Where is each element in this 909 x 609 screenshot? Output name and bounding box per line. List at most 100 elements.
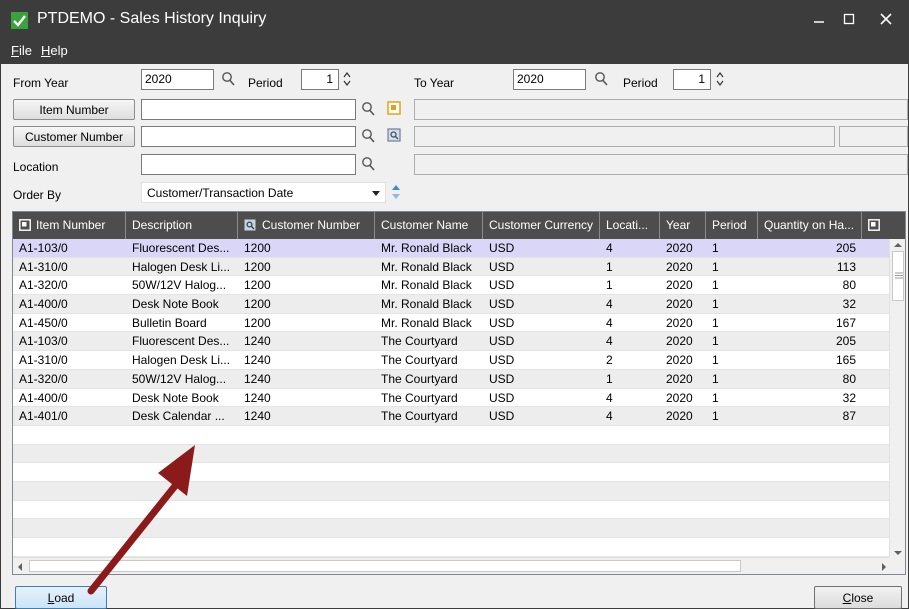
cell-customer-number: 1200 xyxy=(244,297,271,312)
order-by-label: Order By xyxy=(13,188,62,202)
customer-drilldown-icon[interactable] xyxy=(387,128,401,142)
column-label: Quantity on Ha... xyxy=(764,218,855,232)
cell-item-number: A1-400/0 xyxy=(19,297,68,312)
cell-customer-number: 1200 xyxy=(244,278,271,293)
location-input[interactable] xyxy=(141,154,356,175)
cell-year: 2020 xyxy=(666,390,693,405)
cell-item-number: A1-401/0 xyxy=(19,409,68,424)
cell-quantity-on-hand: 113 xyxy=(836,259,856,274)
cell-customer-name: Mr. Ronald Black xyxy=(381,278,472,293)
chevron-down-icon xyxy=(372,191,380,196)
to-period-input[interactable]: 1 xyxy=(673,69,711,90)
customer-number-input[interactable] xyxy=(141,126,356,147)
column-header-item-number[interactable]: Item Number xyxy=(13,212,126,239)
table-row[interactable]: A1-320/0 50W/12V Halog... 1200 Mr. Ronald B… xyxy=(13,276,891,296)
cell-customer-name: Mr. Ronald Black xyxy=(381,241,472,255)
column-header-location[interactable]: Locati... xyxy=(600,212,660,239)
column-header-quantity-on-hand[interactable]: Quantity on Ha... xyxy=(758,212,862,239)
cell-customer-number: 1240 xyxy=(244,371,271,386)
table-row[interactable]: A1-400/0 Desk Note Book 1200 Mr. Ronald Bla… xyxy=(13,295,891,314)
from-year-input[interactable]: 2020 xyxy=(141,69,214,90)
item-number-input[interactable] xyxy=(141,99,356,120)
grip-icon xyxy=(895,272,903,279)
cell-customer-currency: USD xyxy=(489,353,515,368)
cell-location: 4 xyxy=(606,315,613,330)
scroll-up-icon[interactable] xyxy=(894,242,902,248)
menu-help[interactable]: Help xyxy=(41,43,68,58)
cell-item-number: A1-400/0 xyxy=(19,390,68,405)
item-number-search-icon[interactable] xyxy=(361,101,375,117)
column-label: Period xyxy=(712,218,747,232)
annotation-arrow xyxy=(87,445,195,595)
vertical-scroll-thumb[interactable] xyxy=(892,251,904,301)
cell-quantity-on-hand: 80 xyxy=(842,371,856,386)
column-label: Year xyxy=(666,218,691,232)
cell-customer-currency: USD xyxy=(489,297,515,312)
cell-description: Fluorescent Des... xyxy=(132,241,230,255)
customer-number-search-icon[interactable] xyxy=(361,128,375,144)
table-row[interactable]: A1-320/0 50W/12V Halog... 1240 The Courtyar… xyxy=(13,369,891,389)
title-bar: PTDEMO - Sales History Inquiry xyxy=(1,1,908,39)
menu-help-accel: H xyxy=(41,43,51,58)
table-row[interactable]: A1-310/0 Halogen Desk Li... 1200 Mr. Ronald… xyxy=(13,257,891,277)
cell-quantity-on-hand: 205 xyxy=(835,334,856,349)
column-header-year[interactable]: Year xyxy=(660,212,706,239)
from-period-spinner-icon[interactable] xyxy=(342,70,352,88)
cell-period: 1 xyxy=(712,297,719,312)
customer-name-readonly xyxy=(414,126,835,147)
to-year-input[interactable]: 2020 xyxy=(513,69,586,90)
to-year-search-icon[interactable] xyxy=(594,71,608,87)
order-by-select[interactable]: Customer/Transaction Date xyxy=(141,182,386,203)
column-header-more[interactable] xyxy=(862,212,891,239)
cell-customer-currency: USD xyxy=(489,278,515,293)
from-year-search-icon[interactable] xyxy=(221,71,235,87)
from-period-input[interactable]: 1 xyxy=(301,69,339,90)
table-row[interactable]: A1-400/0 Desk Note Book 1240 The Courtyard U… xyxy=(13,389,891,408)
column-label: Description xyxy=(132,218,193,232)
to-period-spinner-icon[interactable] xyxy=(715,70,725,88)
cell-location: 2 xyxy=(606,353,613,368)
menu-file[interactable]: File xyxy=(11,43,32,58)
close-button[interactable]: Close xyxy=(814,586,902,609)
cell-customer-number: 1200 xyxy=(244,241,271,255)
item-drilldown-icon[interactable] xyxy=(387,101,401,115)
cell-location: 4 xyxy=(606,390,613,405)
cell-quantity-on-hand: 87 xyxy=(842,409,856,424)
cell-period: 1 xyxy=(712,241,719,255)
vertical-scrollbar[interactable] xyxy=(889,239,905,559)
table-row[interactable]: A1-103/0 Fluorescent Des... 1200 Mr. Ronald… xyxy=(13,239,891,258)
cell-year: 2020 xyxy=(666,259,693,274)
cell-item-number: A1-310/0 xyxy=(19,353,68,368)
location-search-icon[interactable] xyxy=(361,156,375,172)
cell-customer-name: The Courtyard xyxy=(381,353,458,368)
cell-customer-name: The Courtyard xyxy=(381,390,458,405)
column-header-description[interactable]: Description xyxy=(126,212,238,239)
table-row[interactable]: A1-450/0 Bulletin Board 1200 Mr. Ronald Bla… xyxy=(13,314,891,333)
cell-year: 2020 xyxy=(666,334,693,349)
customer-number-button[interactable]: Customer Number xyxy=(13,126,135,147)
cell-customer-number: 1240 xyxy=(244,334,271,349)
cell-customer-name: The Courtyard xyxy=(381,409,458,424)
cell-customer-name: The Courtyard xyxy=(381,334,458,349)
column-header-customer-number[interactable]: Customer Number xyxy=(238,212,375,239)
cell-customer-name: Mr. Ronald Black xyxy=(381,259,472,274)
column-header-period[interactable]: Period xyxy=(706,212,758,239)
scroll-right-icon[interactable] xyxy=(881,563,887,571)
table-row[interactable]: A1-401/0 Desk Calendar ... 1240 The Courtya… xyxy=(13,407,891,426)
item-number-button[interactable]: Item Number xyxy=(13,99,135,120)
scrollbar-corner xyxy=(889,557,905,574)
cell-customer-name: Mr. Ronald Black xyxy=(381,297,472,312)
table-row[interactable]: A1-310/0 Halogen Desk Li... 1240 The Courty… xyxy=(13,351,891,370)
close-window-button[interactable] xyxy=(864,1,908,37)
cell-customer-number: 1240 xyxy=(244,353,271,368)
table-row[interactable]: A1-103/0 Fluorescent Des... 1240 The Courty… xyxy=(13,332,891,352)
column-header-customer-currency[interactable]: Customer Currency xyxy=(483,212,600,239)
column-header-customer-name[interactable]: Customer Name xyxy=(375,212,483,239)
menu-file-label: ile xyxy=(18,43,32,58)
scroll-down-icon[interactable] xyxy=(894,550,902,556)
cell-customer-number: 1200 xyxy=(244,315,271,330)
scroll-left-icon[interactable] xyxy=(17,563,23,571)
cell-customer-currency: USD xyxy=(489,241,515,255)
cell-year: 2020 xyxy=(666,278,693,293)
sort-direction-icon[interactable] xyxy=(391,183,401,201)
